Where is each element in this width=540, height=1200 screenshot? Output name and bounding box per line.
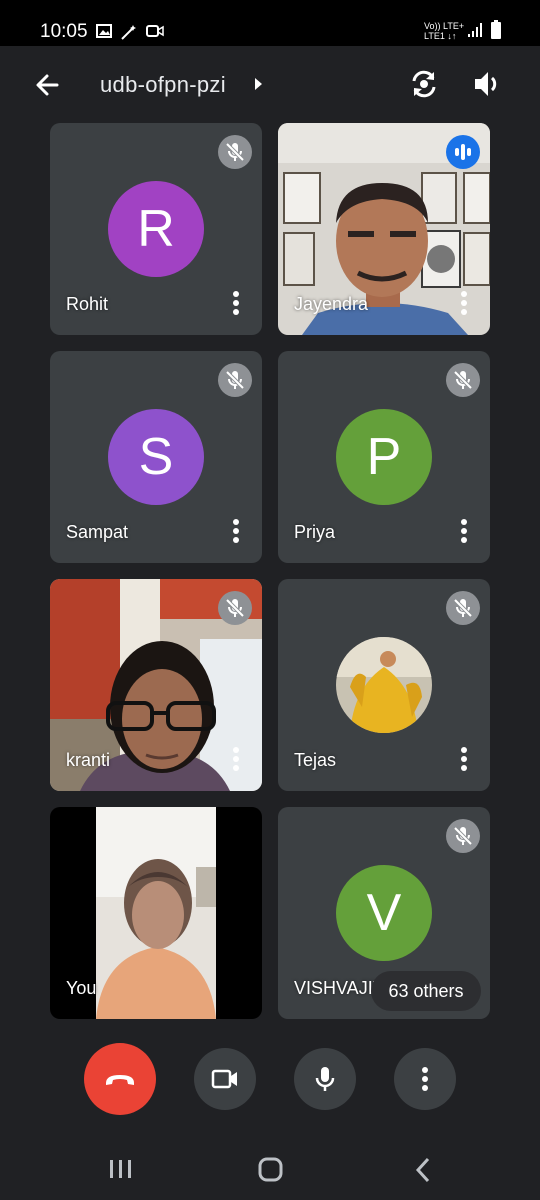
back-nav-icon[interactable] — [414, 1157, 432, 1183]
more-vertical-icon — [422, 1067, 428, 1091]
phone-hangup-icon — [106, 1075, 134, 1085]
mic-off-icon — [218, 135, 252, 169]
status-bar: 10:05 Vo)) LTE+ LTE1 ↓↑ — [0, 0, 540, 46]
avatar-photo — [336, 637, 432, 733]
video-camera-icon — [211, 1069, 237, 1089]
back-arrow-icon[interactable] — [32, 70, 62, 100]
participant-name: Tejas — [294, 750, 337, 770]
status-time: 10:05 — [40, 21, 88, 42]
participant-tile-priya[interactable]: P Priya — [278, 351, 490, 563]
speaking-indicator-icon — [446, 135, 480, 169]
speaker-icon[interactable] — [472, 68, 502, 100]
app-bar: udb-ofpn-pzi — [0, 46, 540, 120]
participant-name: Priya — [294, 522, 336, 542]
network-line-1: Vo)) LTE+ — [424, 21, 465, 31]
end-call-button[interactable] — [84, 1043, 156, 1115]
network-indicator: Vo)) LTE+ LTE1 ↓↑ — [424, 21, 464, 41]
participant-tile-kranti[interactable]: kranti — [50, 579, 262, 791]
more-vertical-icon[interactable] — [460, 291, 468, 315]
home-icon[interactable] — [258, 1157, 284, 1183]
camera-toggle-button[interactable] — [194, 1048, 256, 1110]
more-vertical-icon[interactable] — [232, 291, 240, 315]
avatar: S — [108, 409, 204, 505]
signal-icon — [468, 23, 482, 37]
battery-icon — [491, 20, 501, 39]
mic-off-icon — [446, 819, 480, 853]
more-options-button[interactable] — [394, 1048, 456, 1110]
network-line-2: LTE1 ↓↑ — [424, 31, 457, 41]
mic-off-icon — [446, 591, 480, 625]
participant-name: Jayendra — [294, 294, 369, 314]
participant-tile-sampat[interactable]: S Sampat — [50, 351, 262, 563]
avatar: R — [108, 181, 204, 277]
mic-toggle-button[interactable] — [294, 1048, 356, 1110]
switch-camera-icon[interactable] — [408, 68, 440, 100]
recent-apps-icon[interactable] — [108, 1158, 134, 1180]
participant-name: Rohit — [66, 294, 109, 314]
mic-off-icon — [446, 363, 480, 397]
mic-off-icon — [218, 591, 252, 625]
video-notification-icon — [146, 25, 164, 37]
mic-off-icon — [218, 363, 252, 397]
image-icon — [96, 24, 112, 38]
participant-name: Sampat — [66, 522, 129, 542]
meeting-code-title[interactable]: udb-ofpn-pzi — [100, 72, 226, 98]
participant-name: You — [66, 978, 97, 998]
more-vertical-icon[interactable] — [460, 747, 468, 771]
avatar: P — [336, 409, 432, 505]
avatar: V — [336, 865, 432, 961]
participant-name: kranti — [66, 750, 111, 770]
participant-tile-self[interactable]: You — [50, 807, 262, 1019]
others-chip[interactable]: 63 others — [371, 971, 481, 1011]
participant-tile-jayendra[interactable]: Jayendra — [278, 123, 490, 335]
more-vertical-icon[interactable] — [460, 519, 468, 543]
more-vertical-icon[interactable] — [232, 519, 240, 543]
more-vertical-icon[interactable] — [232, 747, 240, 771]
self-video — [96, 807, 216, 1019]
participant-tile-rohit[interactable]: R Rohit — [50, 123, 262, 335]
caret-right-icon[interactable] — [254, 77, 264, 91]
participant-tile-tejas[interactable]: Tejas — [278, 579, 490, 791]
system-nav-bar — [0, 1130, 540, 1200]
microphone-icon — [315, 1067, 335, 1091]
magic-wand-icon — [121, 25, 136, 40]
